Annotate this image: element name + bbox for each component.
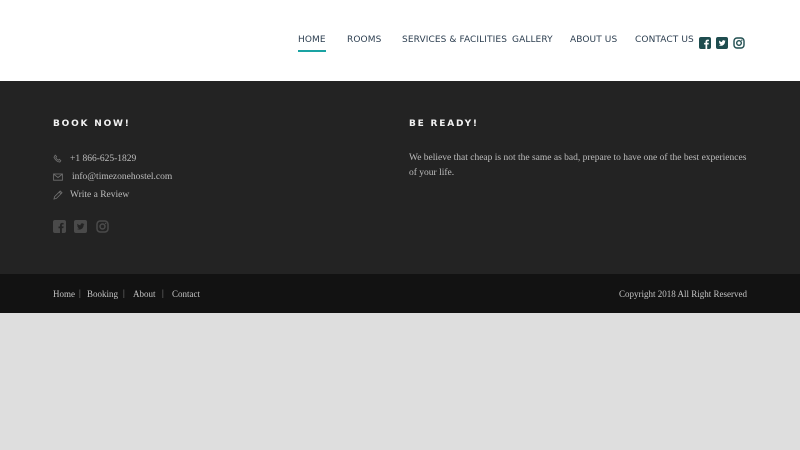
nav-about-us[interactable]: ABOUT US — [570, 35, 617, 45]
envelope-icon — [53, 172, 63, 182]
link-separator: | — [123, 288, 125, 298]
instagram-icon[interactable] — [96, 220, 109, 233]
facebook-icon[interactable] — [53, 220, 66, 233]
write-review-link[interactable]: Write a Review — [70, 190, 129, 200]
phone-icon — [53, 154, 63, 164]
footer-link-contact[interactable]: Contact — [172, 289, 200, 299]
link-separator: | — [79, 288, 81, 298]
nav-gallery[interactable]: GALLERY — [512, 35, 553, 45]
book-now-heading: BOOK NOW! — [53, 119, 131, 129]
be-ready-heading: BE READY! — [409, 119, 479, 129]
copyright-text: Copyright 2018 All Right Reserved — [619, 289, 747, 299]
footer-link-home[interactable]: Home — [53, 289, 75, 299]
footer-main: BOOK NOW! +1 866-625-1829 info@timezoneh… — [0, 81, 800, 274]
footer-link-about[interactable]: About — [133, 289, 156, 299]
twitter-icon[interactable] — [74, 220, 87, 233]
footer-link-booking[interactable]: Booking — [87, 289, 118, 299]
footer-bottom-bar: Home | Booking | About | Contact Copyrig… — [0, 274, 800, 313]
instagram-icon[interactable] — [733, 36, 745, 49]
nav-home[interactable]: HOME — [298, 35, 326, 52]
twitter-icon[interactable] — [716, 36, 728, 49]
facebook-icon[interactable] — [699, 36, 711, 49]
site-header: HOME ROOMS SERVICES & FACILITIES GALLERY… — [0, 0, 800, 81]
nav-contact-us[interactable]: CONTACT US — [635, 35, 694, 45]
nav-rooms[interactable]: ROOMS — [347, 35, 381, 45]
email-address[interactable]: info@timezonehostel.com — [72, 172, 172, 182]
nav-services-facilities[interactable]: SERVICES & FACILITIES — [402, 35, 507, 45]
phone-number[interactable]: +1 866-625-1829 — [70, 154, 136, 164]
be-ready-text: We believe that cheap is not the same as… — [409, 153, 747, 178]
pencil-icon — [53, 190, 63, 200]
link-separator: | — [162, 288, 164, 298]
